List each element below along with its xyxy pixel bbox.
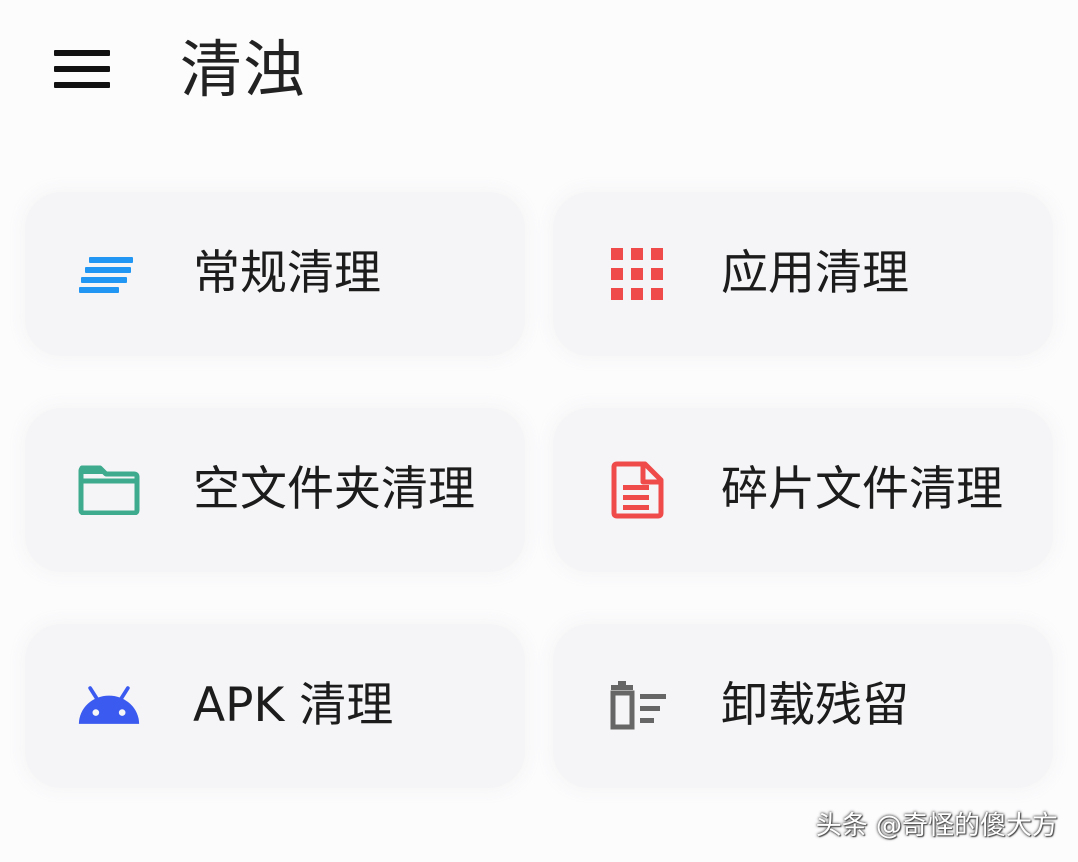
menu-button[interactable]	[54, 50, 110, 88]
document-icon	[605, 458, 669, 522]
lines-icon	[77, 242, 141, 306]
page-title: 清浊	[180, 33, 307, 106]
card-uninstall-residue[interactable]: 卸载残留	[553, 624, 1053, 788]
android-icon	[77, 674, 141, 738]
grid-icon	[605, 242, 669, 306]
card-label: 空文件夹清理	[193, 462, 475, 517]
card-label: 卸载残留	[721, 678, 909, 733]
app-screen: 清浊 常规清理 应用清理 空文件夹清理 碎片文件清理 APK 清理 卸载残留 头…	[0, 0, 1078, 862]
card-general-clean[interactable]: 常规清理	[25, 192, 525, 356]
card-apk-clean[interactable]: APK 清理	[25, 624, 525, 788]
card-label: APK 清理	[193, 678, 394, 733]
hamburger-line	[54, 66, 110, 72]
trash-list-icon	[605, 674, 669, 738]
card-label: 常规清理	[193, 246, 381, 301]
card-label: 碎片文件清理	[721, 462, 1003, 517]
card-empty-folder-clean[interactable]: 空文件夹清理	[25, 408, 525, 572]
hamburger-menu-icon	[54, 50, 110, 56]
hamburger-line	[54, 82, 110, 88]
card-fragment-file-clean[interactable]: 碎片文件清理	[553, 408, 1053, 572]
card-label: 应用清理	[721, 246, 909, 301]
card-app-clean[interactable]: 应用清理	[553, 192, 1053, 356]
folder-icon	[77, 458, 141, 522]
watermark: 头条 @奇怪的傻大方	[815, 811, 1058, 841]
